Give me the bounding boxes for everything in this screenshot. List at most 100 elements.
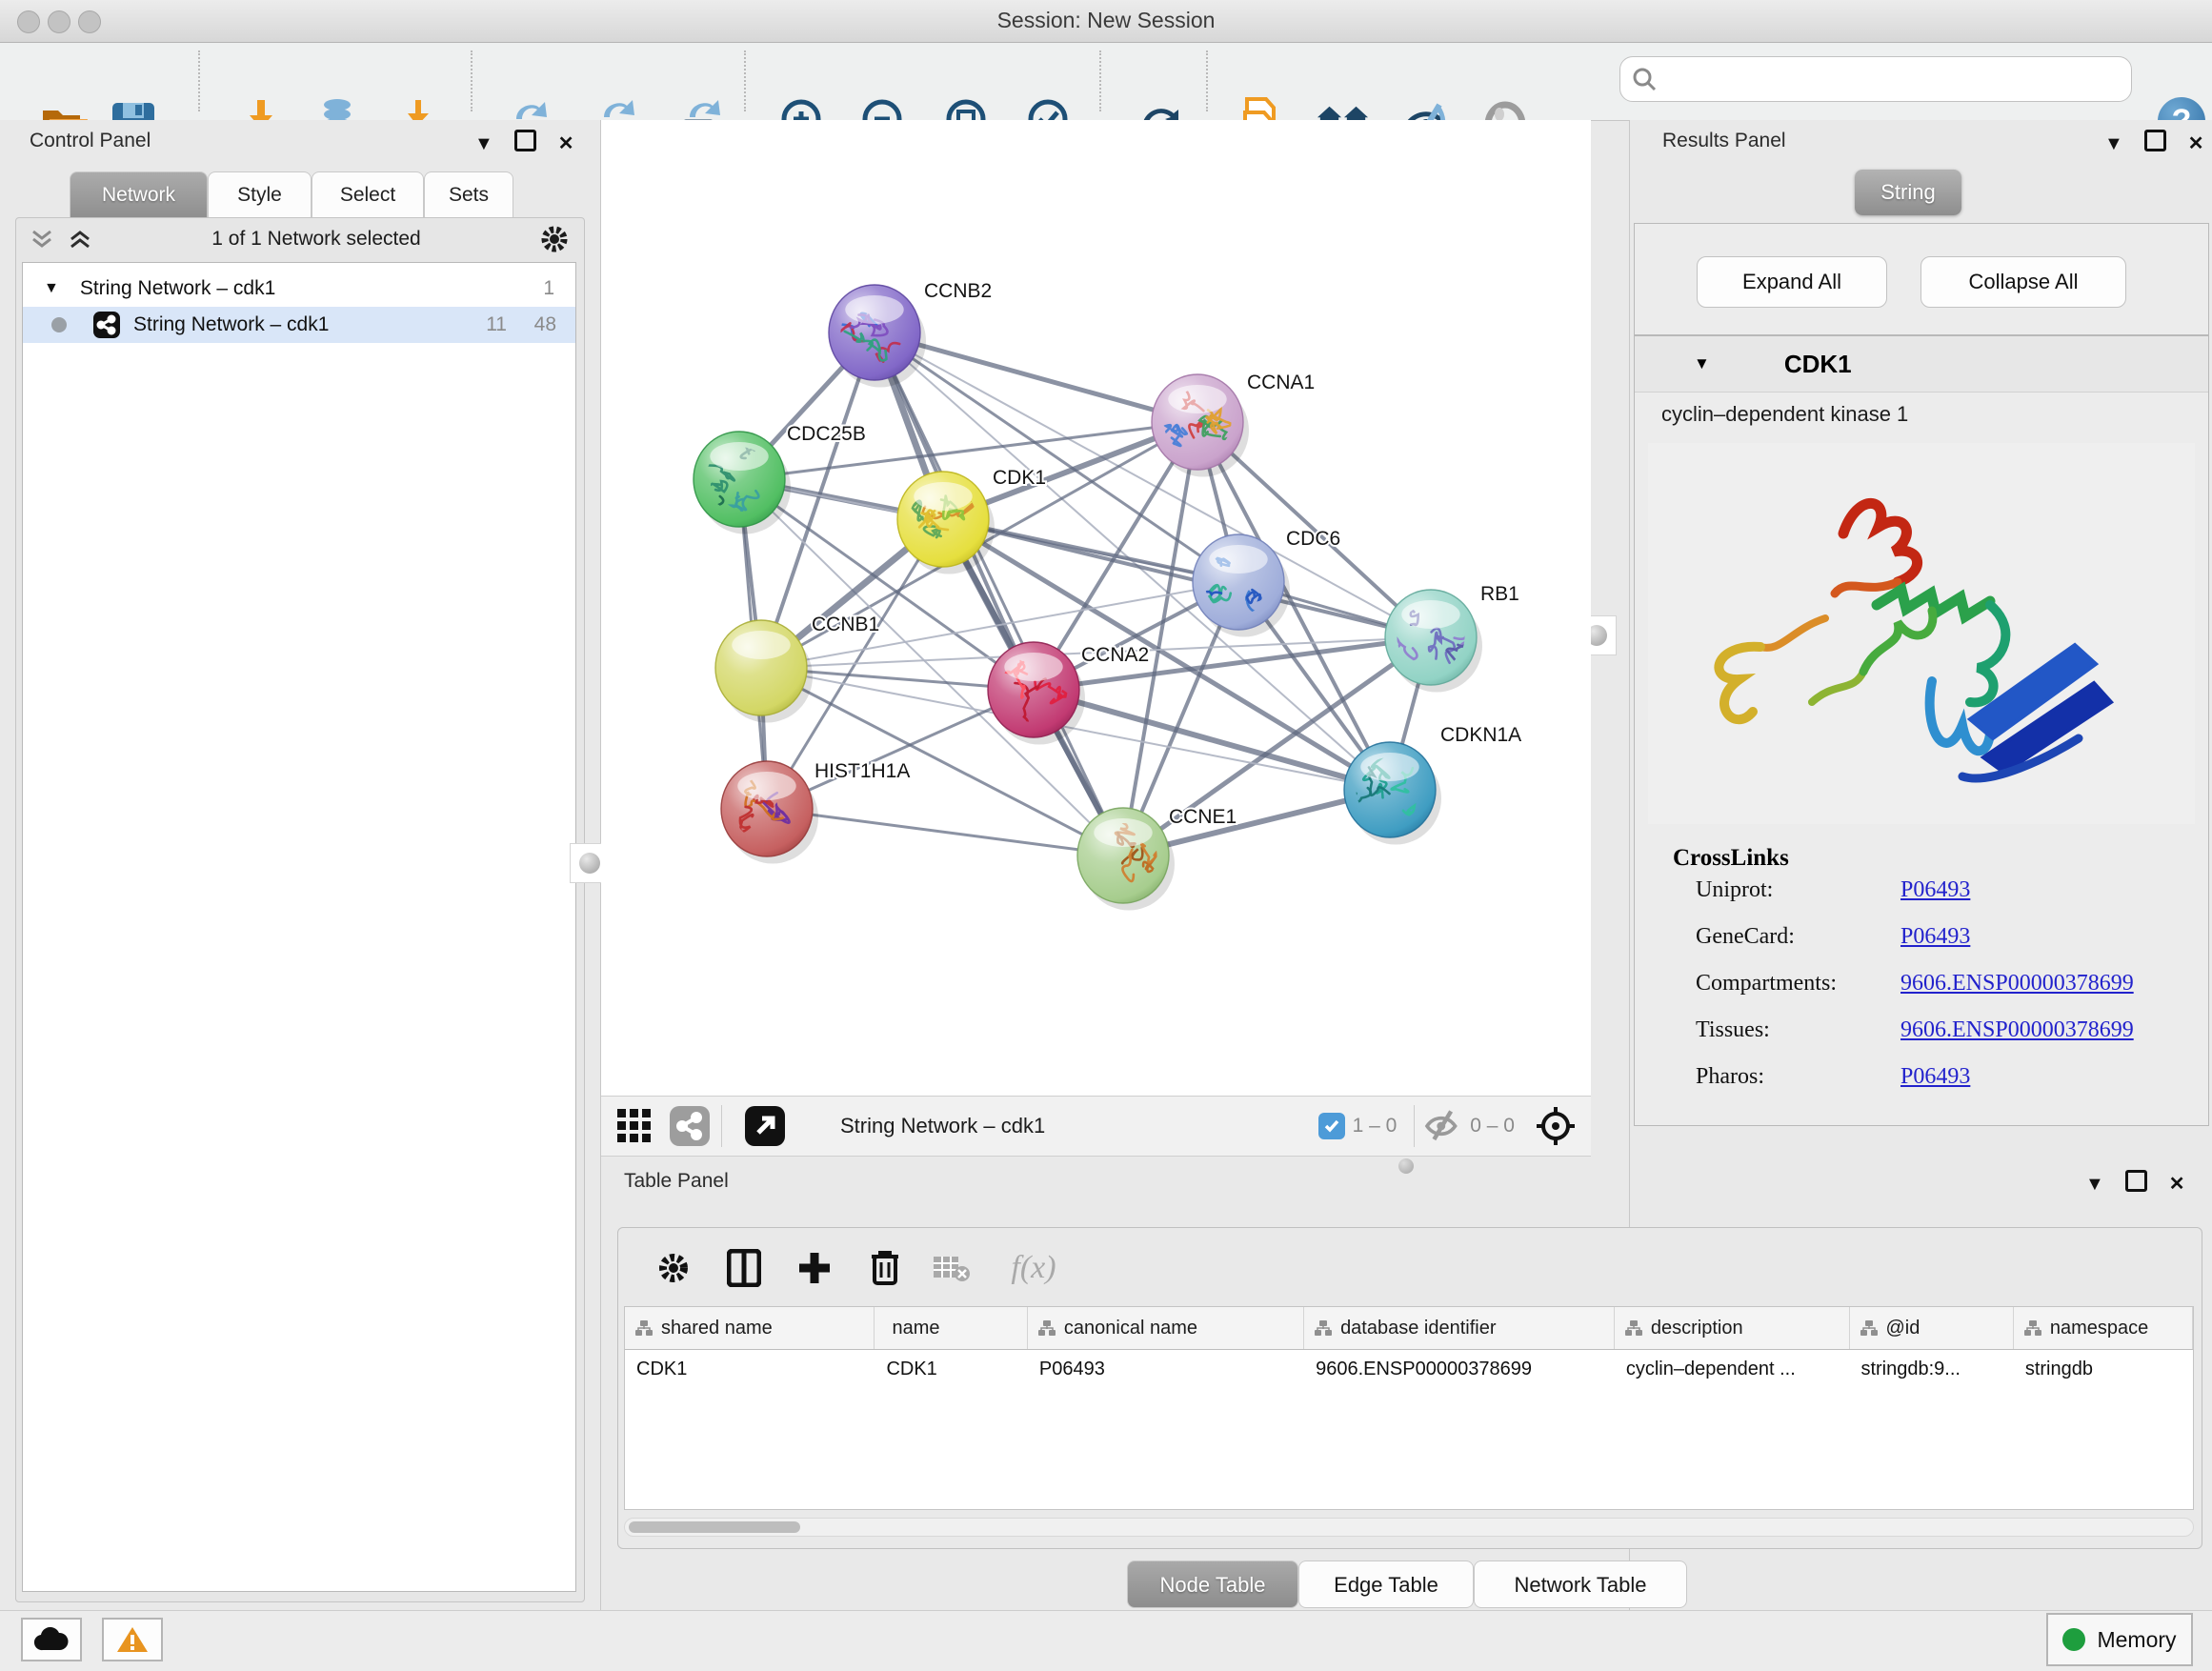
search-input[interactable] <box>1657 68 2099 91</box>
memory-button[interactable]: Memory <box>2046 1613 2193 1666</box>
crosslink-label: Compartments: <box>1696 971 1900 997</box>
show-columns-button[interactable] <box>717 1241 771 1295</box>
tab-sets[interactable]: Sets <box>424 171 513 217</box>
network-graph[interactable]: CCNB2CCNA1CDC25BCDK1CDC6RB1CCNB1CCNA2CDK… <box>601 120 1591 1096</box>
panel-menu-icon[interactable]: ▼ <box>2085 1174 2104 1195</box>
main-toolbar: ? <box>0 43 2212 121</box>
crosslink-row: Pharos:P06493 <box>1696 1064 2195 1090</box>
close-panel-icon[interactable]: ✕ <box>2188 133 2204 154</box>
table-tabs: Node Table Edge Table Network Table <box>1127 1560 1794 1608</box>
crosslink-row: Tissues:9606.ENSP00000378699 <box>1696 1017 2195 1043</box>
cell-database-identifier[interactable]: 9606.ENSP00000378699 <box>1304 1350 1615 1388</box>
table-row[interactable]: CDK1CDK1P064939606.ENSP00000378699cyclin… <box>625 1350 2193 1388</box>
crosslink-link[interactable]: P06493 <box>1900 924 1970 950</box>
float-panel-icon[interactable] <box>514 133 536 154</box>
panel-menu-icon[interactable]: ▼ <box>474 133 493 154</box>
node-CDC25B[interactable] <box>694 432 791 534</box>
toolbar-separator <box>1099 50 1101 111</box>
birdseye-view-button[interactable] <box>1534 1104 1578 1148</box>
section-collapse-icon[interactable]: ▼ <box>1694 354 1710 373</box>
panel-menu-icon[interactable]: ▼ <box>2104 133 2123 154</box>
selected-count: 1 – 0 <box>1353 1115 1398 1137</box>
node-CDK1[interactable] <box>897 472 995 574</box>
node-label-HIST1H1A: HIST1H1A <box>814 760 910 782</box>
network-view-button[interactable] <box>668 1104 712 1148</box>
close-panel-icon[interactable]: ✕ <box>2169 1174 2185 1195</box>
cell--id[interactable]: stringdb:9... <box>1849 1350 2013 1388</box>
tab-string[interactable]: String <box>1855 170 1961 215</box>
detach-view-button[interactable] <box>743 1104 787 1148</box>
add-column-button[interactable] <box>788 1241 841 1295</box>
control-panel-title: Control Panel <box>30 130 151 151</box>
cloud-status-button[interactable] <box>21 1618 82 1661</box>
node-label-CCNB1: CCNB1 <box>812 614 879 635</box>
network-canvas[interactable]: CCNB2CCNA1CDC25BCDK1CDC6RB1CCNB1CCNA2CDK… <box>601 120 1591 1096</box>
cell-description[interactable]: cyclin–dependent ... <box>1615 1350 1850 1388</box>
crosslink-link[interactable]: 9606.ENSP00000378699 <box>1900 971 2134 997</box>
network-selection-bar: 1 of 1 Network selected <box>16 218 584 260</box>
column-header-database-identifier[interactable]: database identifier <box>1304 1307 1615 1349</box>
grid-icon <box>615 1107 654 1145</box>
protein-section-header[interactable]: ▼ CDK1 <box>1635 336 2208 393</box>
collection-expand-icon[interactable]: ▼ <box>44 280 59 297</box>
cell-namespace[interactable]: stringdb <box>2014 1350 2193 1388</box>
cell-shared-name[interactable]: CDK1 <box>625 1350 875 1388</box>
expand-all-button[interactable]: Expand All <box>1697 256 1887 308</box>
column-type-icon <box>1624 1319 1643 1337</box>
node-CDKN1A[interactable] <box>1342 742 1441 845</box>
column-header-shared-name[interactable]: shared name <box>625 1307 875 1349</box>
float-panel-icon[interactable] <box>2144 133 2166 154</box>
node-CCNB2[interactable] <box>829 285 926 388</box>
column-header--id[interactable]: @id <box>1850 1307 2014 1349</box>
node-CCNA1[interactable] <box>1152 374 1249 477</box>
column-type-icon <box>2023 1319 2042 1337</box>
expand-all-networks-icon[interactable] <box>68 228 92 251</box>
network-collection-row[interactable]: ▼ String Network – cdk1 1 <box>23 271 575 307</box>
column-header-name[interactable]: name <box>875 1307 1027 1349</box>
close-panel-icon[interactable]: ✕ <box>558 133 574 154</box>
column-header-description[interactable]: description <box>1615 1307 1850 1349</box>
protein-description: cyclin–dependent kinase 1 <box>1661 402 1908 427</box>
network-view-title: String Network – cdk1 <box>840 1114 1045 1138</box>
table-panel: f(x) shared namenamecanonical namedataba… <box>617 1227 2202 1549</box>
float-panel-icon[interactable] <box>2125 1174 2147 1195</box>
network-manager: 1 of 1 Network selected ▼ String Network… <box>15 217 585 1602</box>
network-options-gear-icon[interactable] <box>540 225 569 253</box>
crosslink-link[interactable]: 9606.ENSP00000378699 <box>1900 1017 2134 1043</box>
grid-mode-button[interactable] <box>613 1104 656 1148</box>
network-row[interactable]: String Network – cdk1 11 48 <box>23 307 575 343</box>
warnings-button[interactable] <box>102 1618 163 1661</box>
column-header-canonical-name[interactable]: canonical name <box>1028 1307 1304 1349</box>
column-header-namespace[interactable]: namespace <box>2014 1307 2193 1349</box>
status-bar: Memory <box>0 1610 2212 1671</box>
crosslink-link[interactable]: P06493 <box>1900 877 1970 903</box>
table-options-button[interactable] <box>647 1241 700 1295</box>
tab-style[interactable]: Style <box>208 171 312 217</box>
node-CCNA2[interactable] <box>988 642 1085 745</box>
tab-network[interactable]: Network <box>70 171 208 217</box>
selected-checkbox-icon[interactable] <box>1318 1113 1345 1139</box>
node-RB1[interactable] <box>1385 590 1482 693</box>
tab-edge-table[interactable]: Edge Table <box>1298 1560 1474 1608</box>
scrollbar-thumb[interactable] <box>629 1521 800 1533</box>
tab-network-table[interactable]: Network Table <box>1474 1560 1687 1608</box>
horizontal-scrollbar[interactable] <box>624 1518 2194 1537</box>
cell-name[interactable]: CDK1 <box>875 1350 1027 1388</box>
collapse-all-button[interactable]: Collapse All <box>1920 256 2126 308</box>
tab-select[interactable]: Select <box>312 171 424 217</box>
node-label-CCNB2: CCNB2 <box>924 280 992 302</box>
crosslinks-section: CrossLinks Uniprot:P06493GeneCard:P06493… <box>1648 832 2195 1111</box>
delete-column-button[interactable] <box>858 1241 912 1295</box>
node-label-CDC25B: CDC25B <box>787 423 866 445</box>
hidden-eye-slash-icon[interactable] <box>1424 1110 1462 1142</box>
tab-node-table[interactable]: Node Table <box>1127 1560 1298 1608</box>
function-builder-button-disabled: f(x) <box>995 1241 1072 1295</box>
node-HIST1H1A[interactable] <box>721 761 818 864</box>
collapse-all-networks-icon[interactable] <box>30 228 54 251</box>
cell-canonical-name[interactable]: P06493 <box>1028 1350 1304 1388</box>
table-panel-header: Table Panel ▼ ✕ <box>601 1157 2212 1227</box>
node-CCNE1[interactable] <box>1077 808 1175 911</box>
open-external-arrow-icon <box>745 1106 785 1146</box>
search-field[interactable] <box>1619 56 2132 102</box>
crosslink-link[interactable]: P06493 <box>1900 1064 1970 1090</box>
